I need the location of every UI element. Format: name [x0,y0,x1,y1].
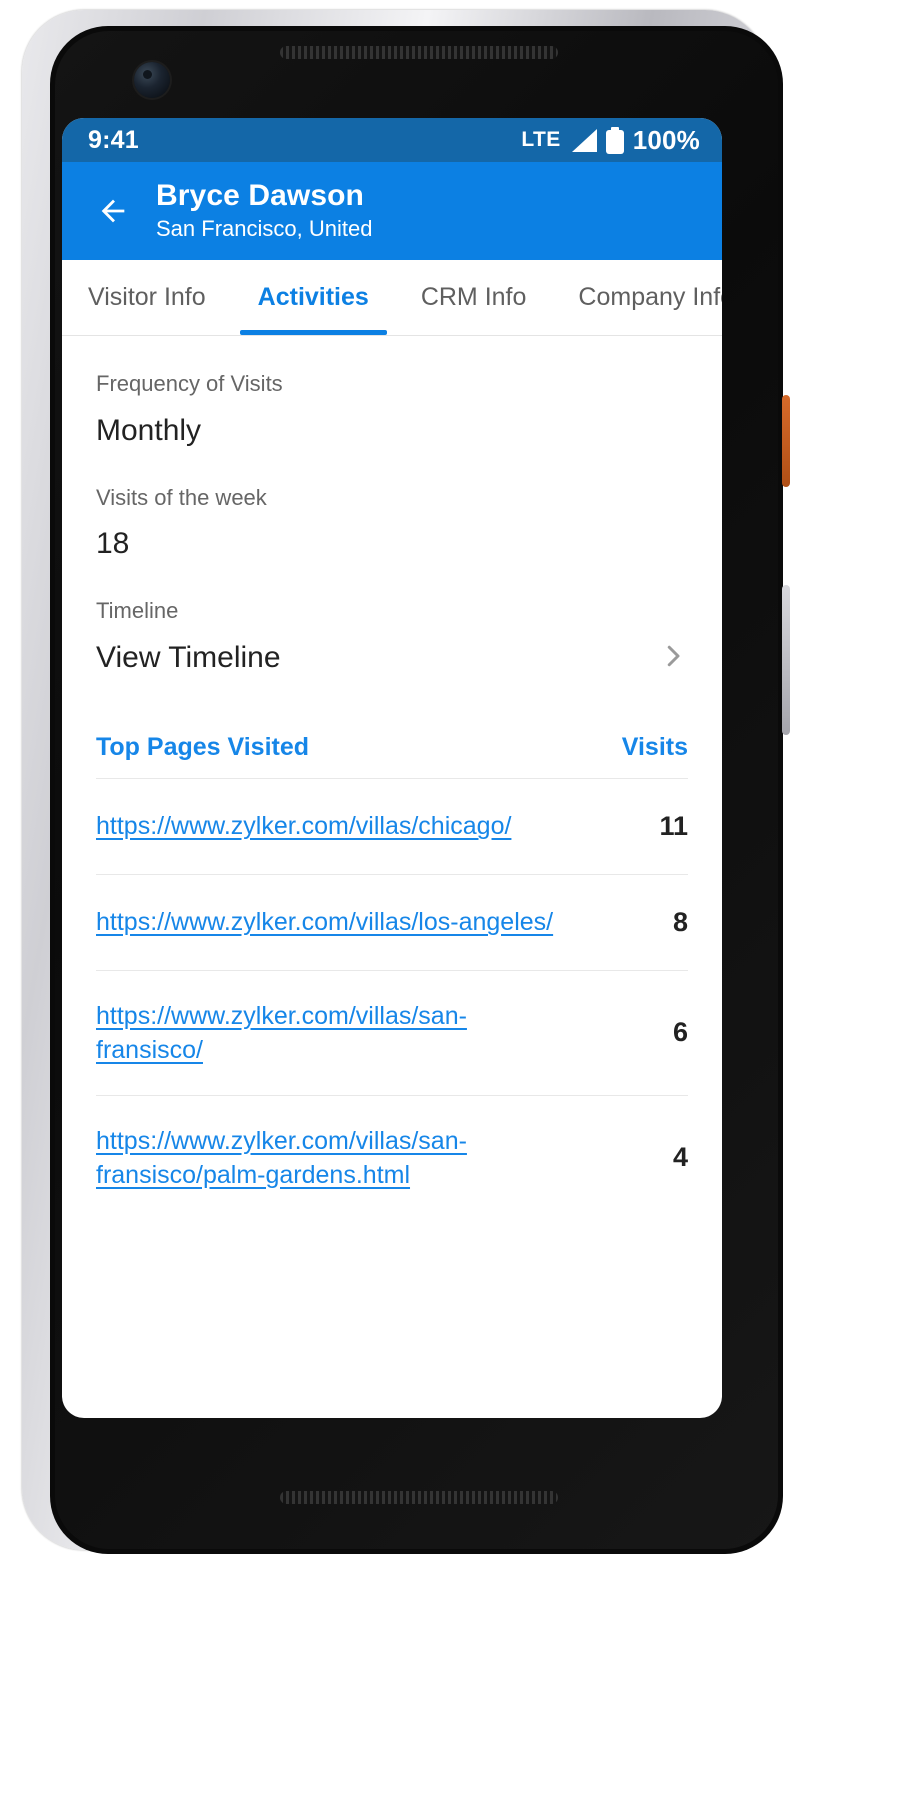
signal-bars-icon [570,128,597,152]
tab-label: Company Info [578,283,722,311]
field-timeline[interactable]: Timeline View Timeline [96,563,688,677]
column-header-visits: Visits [621,732,688,761]
top-pages-table: Top Pages Visited Visits https://www.zyl… [96,733,688,1220]
tab-visitor-info[interactable]: Visitor Info [62,260,232,335]
status-indicators: LTE 100% [521,125,700,156]
table-header-row: Top Pages Visited Visits [96,733,688,778]
page-visits-count: 8 [672,906,688,937]
screenshot-root: 9:41 LTE 100% Bryce Dawson San Francisco… [0,0,900,1816]
activities-panel: Frequency of Visits Monthly Visits of th… [62,336,722,1220]
field-frequency-of-visits: Frequency of Visits Monthly [96,336,688,450]
tab-crm-info[interactable]: CRM Info [395,260,553,335]
column-header-pages: Top Pages Visited [96,732,310,761]
page-visits-count: 4 [672,1142,688,1173]
tab-label: CRM Info [420,283,527,311]
page-url-link[interactable]: https://www.zylker.com/villas/los-angele… [96,905,553,939]
front-camera-icon [134,62,170,98]
volume-button[interactable] [782,585,790,735]
network-type-label: LTE [521,128,561,151]
tab-label: Visitor Info [88,283,206,311]
view-timeline-link[interactable]: View Timeline [96,638,281,677]
app-bar-titles: Bryce Dawson San Francisco, United [156,178,372,244]
field-visits-of-the-week: Visits of the week 18 [96,450,688,564]
status-clock: 9:41 [88,125,139,154]
table-row[interactable]: https://www.zylker.com/villas/chicago/ 1… [96,777,688,874]
page-subtitle: San Francisco, United [156,216,373,242]
field-label: Timeline [96,598,179,624]
field-label: Visits of the week [96,484,267,510]
app-bar: Bryce Dawson San Francisco, United [62,162,722,260]
tab-company-info[interactable]: Company Info [552,260,722,335]
field-label: Frequency of Visits [96,371,283,396]
page-url-link[interactable]: https://www.zylker.com/villas/san-fransi… [96,1124,566,1192]
table-row[interactable]: https://www.zylker.com/villas/san-fransi… [96,969,688,1095]
bottom-speaker-grille [280,1491,558,1504]
page-visits-count: 6 [672,1017,688,1048]
tab-bar[interactable]: Visitor Info Activities CRM Info Company… [62,260,722,336]
battery-full-icon [605,126,624,154]
tab-label: Activities [257,283,369,311]
page-title: Bryce Dawson [156,179,364,212]
back-arrow-icon [101,199,125,223]
tab-activities[interactable]: Activities [232,260,395,335]
page-visits-count: 11 [659,810,688,841]
chevron-right-icon[interactable] [658,641,688,671]
earpiece-speaker-grille [280,46,558,59]
field-value: Monthly [96,413,202,447]
page-url-link[interactable]: https://www.zylker.com/villas/chicago/ [96,809,511,843]
phone-screen: 9:41 LTE 100% Bryce Dawson San Francisco… [62,118,722,1418]
power-button[interactable] [782,395,790,487]
table-row[interactable]: https://www.zylker.com/villas/los-angele… [96,873,688,970]
status-bar: 9:41 LTE 100% [62,118,722,162]
back-button[interactable] [82,180,144,242]
field-value: 18 [96,527,130,561]
page-url-link[interactable]: https://www.zylker.com/villas/san-fransi… [96,999,566,1067]
battery-percent-label: 100% [632,124,700,155]
table-row[interactable]: https://www.zylker.com/villas/san-fransi… [96,1094,688,1220]
